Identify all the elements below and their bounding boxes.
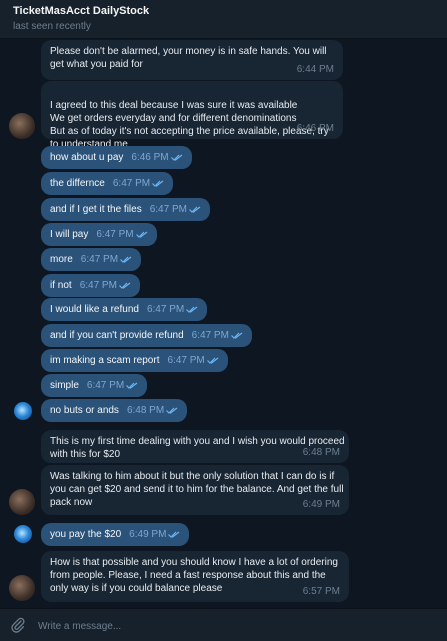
message-outgoing[interactable]: I would like a refund 6:47 PM (41, 298, 208, 321)
chat-title[interactable]: TicketMasAcct DailyStock (13, 5, 149, 17)
double-check-icon (166, 407, 178, 414)
message-text: no buts or ands (50, 405, 119, 416)
user-avatar[interactable] (14, 402, 32, 420)
message-text: more (50, 254, 73, 265)
paperclip-icon[interactable] (10, 617, 26, 633)
message-time: 6:44 PM (296, 64, 334, 75)
message-text: simple (50, 380, 79, 391)
message-outgoing[interactable]: you pay the $20 6:49 PM (41, 523, 190, 546)
message-outgoing[interactable]: the differnce 6:47 PM (41, 172, 174, 195)
message-time: 6:47 PM (146, 304, 185, 315)
message-time: 6:49 PM (302, 499, 340, 510)
chat-header[interactable]: TicketMasAcct DailyStock last seen recen… (0, 0, 447, 39)
message-time: 6:47 PM (149, 204, 187, 215)
double-check-icon (186, 306, 198, 313)
double-check-icon (170, 154, 183, 161)
message-outgoing[interactable]: more 6:47 PM (41, 248, 142, 271)
contact-avatar[interactable] (9, 113, 35, 139)
message-time: 6:47 PM (167, 355, 205, 366)
message-outgoing[interactable]: if not 6:47 PM (41, 274, 140, 297)
double-check-icon (189, 206, 201, 213)
message-outgoing[interactable]: simple 6:47 PM (41, 374, 148, 397)
message-input[interactable] (36, 615, 420, 637)
message-text: and if you can't provide refund (50, 330, 184, 341)
message-time: 6:47 PM (191, 330, 229, 341)
message-outgoing[interactable]: and if I get it the files 6:47 PM (41, 198, 210, 221)
message-text: if not (50, 280, 72, 291)
double-check-icon (230, 332, 243, 339)
message-time: 6:47 PM (86, 380, 125, 391)
message-text: I will pay (50, 229, 89, 240)
message-text: and if I get it the files (50, 204, 142, 215)
message-text: I would like a refund (50, 304, 139, 315)
double-check-icon (168, 531, 180, 538)
double-check-icon (120, 256, 132, 263)
message-time: 6:46 PM (296, 123, 334, 134)
double-check-icon (206, 357, 219, 364)
double-check-icon (152, 180, 164, 187)
message-text: im making a scam report (50, 355, 160, 366)
message-time: 6:47 PM (112, 178, 151, 189)
double-check-icon (119, 282, 131, 289)
message-composer (0, 608, 447, 641)
contact-avatar[interactable] (9, 489, 35, 515)
message-outgoing[interactable]: no buts or ands 6:48 PM (41, 399, 188, 422)
contact-status: last seen recently (13, 21, 91, 32)
message-outgoing[interactable]: I will pay 6:47 PM (41, 223, 157, 246)
message-time: 6:47 PM (96, 229, 134, 240)
message-incoming[interactable]: This is my first time dealing with you a… (41, 430, 349, 463)
message-incoming[interactable]: I agreed to this deal because I was sure… (41, 81, 343, 150)
message-time: 6:48 PM (126, 405, 165, 416)
message-time: 6:47 PM (80, 254, 119, 265)
message-time: 6:57 PM (302, 586, 340, 597)
contact-avatar[interactable] (9, 575, 35, 601)
message-text: How is that possible and you should know… (50, 557, 338, 594)
message-time: 6:48 PM (302, 447, 340, 458)
message-outgoing[interactable]: how about u pay 6:46 PM (41, 146, 192, 169)
message-text: Please don't be alarmed, your money is i… (50, 46, 327, 70)
user-avatar[interactable] (14, 525, 32, 543)
message-list[interactable]: Please don't be alarmed, your money is i… (0, 38, 447, 608)
message-time: 6:46 PM (131, 152, 169, 163)
message-text: you pay the $20 (50, 529, 122, 540)
message-text: I agreed to this deal because I was sure… (50, 100, 329, 150)
message-outgoing[interactable]: im making a scam report 6:47 PM (41, 349, 228, 372)
message-incoming[interactable]: Please don't be alarmed, your money is i… (41, 40, 343, 80)
message-incoming[interactable]: How is that possible and you should know… (41, 551, 349, 602)
double-check-icon (135, 231, 147, 238)
message-text: This is my first time dealing with you a… (50, 436, 345, 460)
message-outgoing[interactable]: and if you can't provide refund 6:47 PM (41, 324, 252, 347)
message-time: 6:49 PM (129, 529, 167, 540)
message-incoming[interactable]: Was talking to him about it but the only… (41, 465, 349, 515)
message-time: 6:47 PM (79, 280, 117, 291)
message-text: the differnce (50, 178, 105, 189)
message-text: Was talking to him about it but the only… (50, 471, 344, 508)
double-check-icon (126, 382, 138, 389)
message-text: how about u pay (50, 152, 124, 163)
